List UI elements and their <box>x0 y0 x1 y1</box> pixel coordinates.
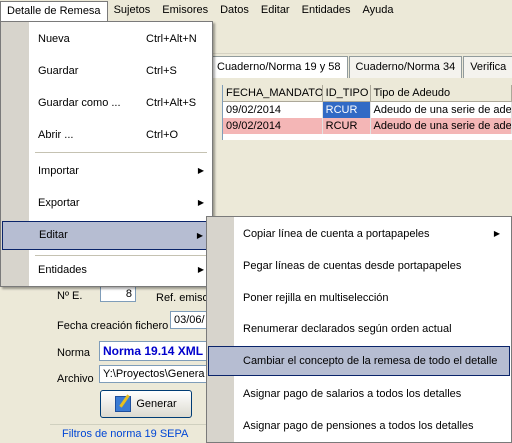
filtros-group-label: Filtros de norma 19 SEPA <box>62 428 189 440</box>
submenu-item-pegar-lineas[interactable]: Pegar líneas de cuentas desde portapapel… <box>208 251 510 281</box>
submenu-item-rejilla-multiseleccion[interactable]: Poner rejilla en multiselección <box>208 283 510 313</box>
header-form <box>50 285 210 443</box>
fecha-creacion-field[interactable]: 03/06/ <box>170 311 210 329</box>
ne-field[interactable]: 8 <box>100 286 136 302</box>
norma-select[interactable]: Norma 19.14 XML <box>99 341 210 361</box>
triangle-right-icon: ▶ <box>196 231 203 240</box>
divider <box>50 424 210 425</box>
menu-item-editar[interactable]: Editar ▶ <box>2 221 212 250</box>
menu-editar[interactable]: Editar <box>255 1 296 20</box>
ref-emisor-label: Ref. emiso <box>156 292 209 304</box>
menu-item-nueva[interactable]: Nueva Ctrl+Alt+N <box>2 27 212 51</box>
tab-verificar[interactable]: Verifica <box>463 56 512 78</box>
submenu-item-renumerar[interactable]: Renumerar declarados según orden actual <box>208 314 510 344</box>
table-row[interactable]: 09/02/2014 RCUR Adeudo de una serie de a… <box>223 118 512 134</box>
editar-submenu: Copiar línea de cuenta a portapapeles ▶ P… <box>206 216 512 443</box>
menu-item-importar[interactable]: Importar ▶ <box>2 159 212 183</box>
menu-separator <box>35 255 207 256</box>
menu-bar: Detalle de Remesa Sujetos Emisores Datos… <box>0 0 512 22</box>
menu-item-guardar-como[interactable]: Guardar como ... Ctrl+Alt+S <box>2 91 212 115</box>
triangle-right-icon: ▶ <box>197 265 204 274</box>
column-header-id-tipo[interactable]: ID_TIPO <box>323 85 371 101</box>
table-cell[interactable]: 09/02/2014 <box>223 118 323 134</box>
menu-item-entidades[interactable]: Entidades ▶ <box>2 258 212 282</box>
submenu-item-pago-pensiones[interactable]: Asignar pago de pensiones a todos los de… <box>208 411 510 441</box>
tab-strip: Cuaderno/Norma 19 y 58 Cuaderno/Norma 34… <box>210 56 512 78</box>
menu-datos[interactable]: Datos <box>214 1 255 20</box>
submenu-item-copiar-linea[interactable]: Copiar línea de cuenta a portapapeles ▶ <box>208 219 510 249</box>
submenu-item-cambiar-concepto[interactable]: Cambiar el concepto de la remesa de todo… <box>208 346 510 376</box>
tab-cuaderno-19-58[interactable]: Cuaderno/Norma 19 y 58 <box>210 56 348 78</box>
menu-entidades[interactable]: Entidades <box>296 1 357 20</box>
triangle-right-icon: ▶ <box>493 229 500 238</box>
toolbar <box>210 21 512 54</box>
table-cell[interactable]: RCUR <box>322 102 371 118</box>
tab-cuaderno-34[interactable]: Cuaderno/Norma 34 <box>348 56 463 78</box>
column-header-fecha-mandato[interactable]: FECHA_MANDATO <box>223 85 323 101</box>
menu-item-abrir[interactable]: Abrir ... Ctrl+O <box>2 123 212 147</box>
generar-button[interactable]: Generar <box>100 390 192 418</box>
norma-label: Norma <box>57 347 91 359</box>
column-header-tipo-adeudo[interactable]: Tipo de Adeudo <box>371 85 512 101</box>
archivo-label: Archivo <box>57 373 94 385</box>
ne-label: Nº E. <box>57 290 83 302</box>
menu-item-exportar[interactable]: Exportar ▶ <box>2 191 212 215</box>
wand-icon <box>115 396 132 412</box>
table-cell[interactable]: RCUR <box>323 118 371 134</box>
archivo-field[interactable]: Y:\Proyectos\Genera <box>99 365 210 383</box>
triangle-right-icon: ▶ <box>197 166 204 175</box>
table-cell[interactable]: Adeudo de una serie de adeudos <box>371 118 512 134</box>
triangle-right-icon: ▶ <box>197 198 204 207</box>
detail-grid[interactable]: FECHA_MANDATO ID_TIPO Tipo de Adeudo 09/… <box>222 85 512 140</box>
table-cell[interactable]: Adeudo de una serie de adeudos <box>371 102 512 118</box>
generar-label: Generar <box>136 398 177 410</box>
detalle-remesa-menu: Nueva Ctrl+Alt+N Guardar Ctrl+S Guardar co… <box>0 21 213 287</box>
menu-item-guardar[interactable]: Guardar Ctrl+S <box>2 59 212 83</box>
menu-detalle-de-remesa[interactable]: Detalle de Remesa <box>0 1 108 22</box>
submenu-item-pago-salarios[interactable]: Asignar pago de salarios a todos los det… <box>208 379 510 409</box>
table-cell[interactable]: 09/02/2014 <box>223 102 323 118</box>
fecha-creacion-label: Fecha creación fichero <box>57 320 169 332</box>
table-row[interactable]: 09/02/2014 RCUR Adeudo de una serie de a… <box>223 102 512 118</box>
menu-separator <box>35 152 207 153</box>
grid-header: FECHA_MANDATO ID_TIPO Tipo de Adeudo <box>223 85 512 102</box>
menu-ayuda[interactable]: Ayuda <box>357 1 400 20</box>
menu-sujetos[interactable]: Sujetos <box>108 1 157 20</box>
menu-emisores[interactable]: Emisores <box>156 1 214 20</box>
